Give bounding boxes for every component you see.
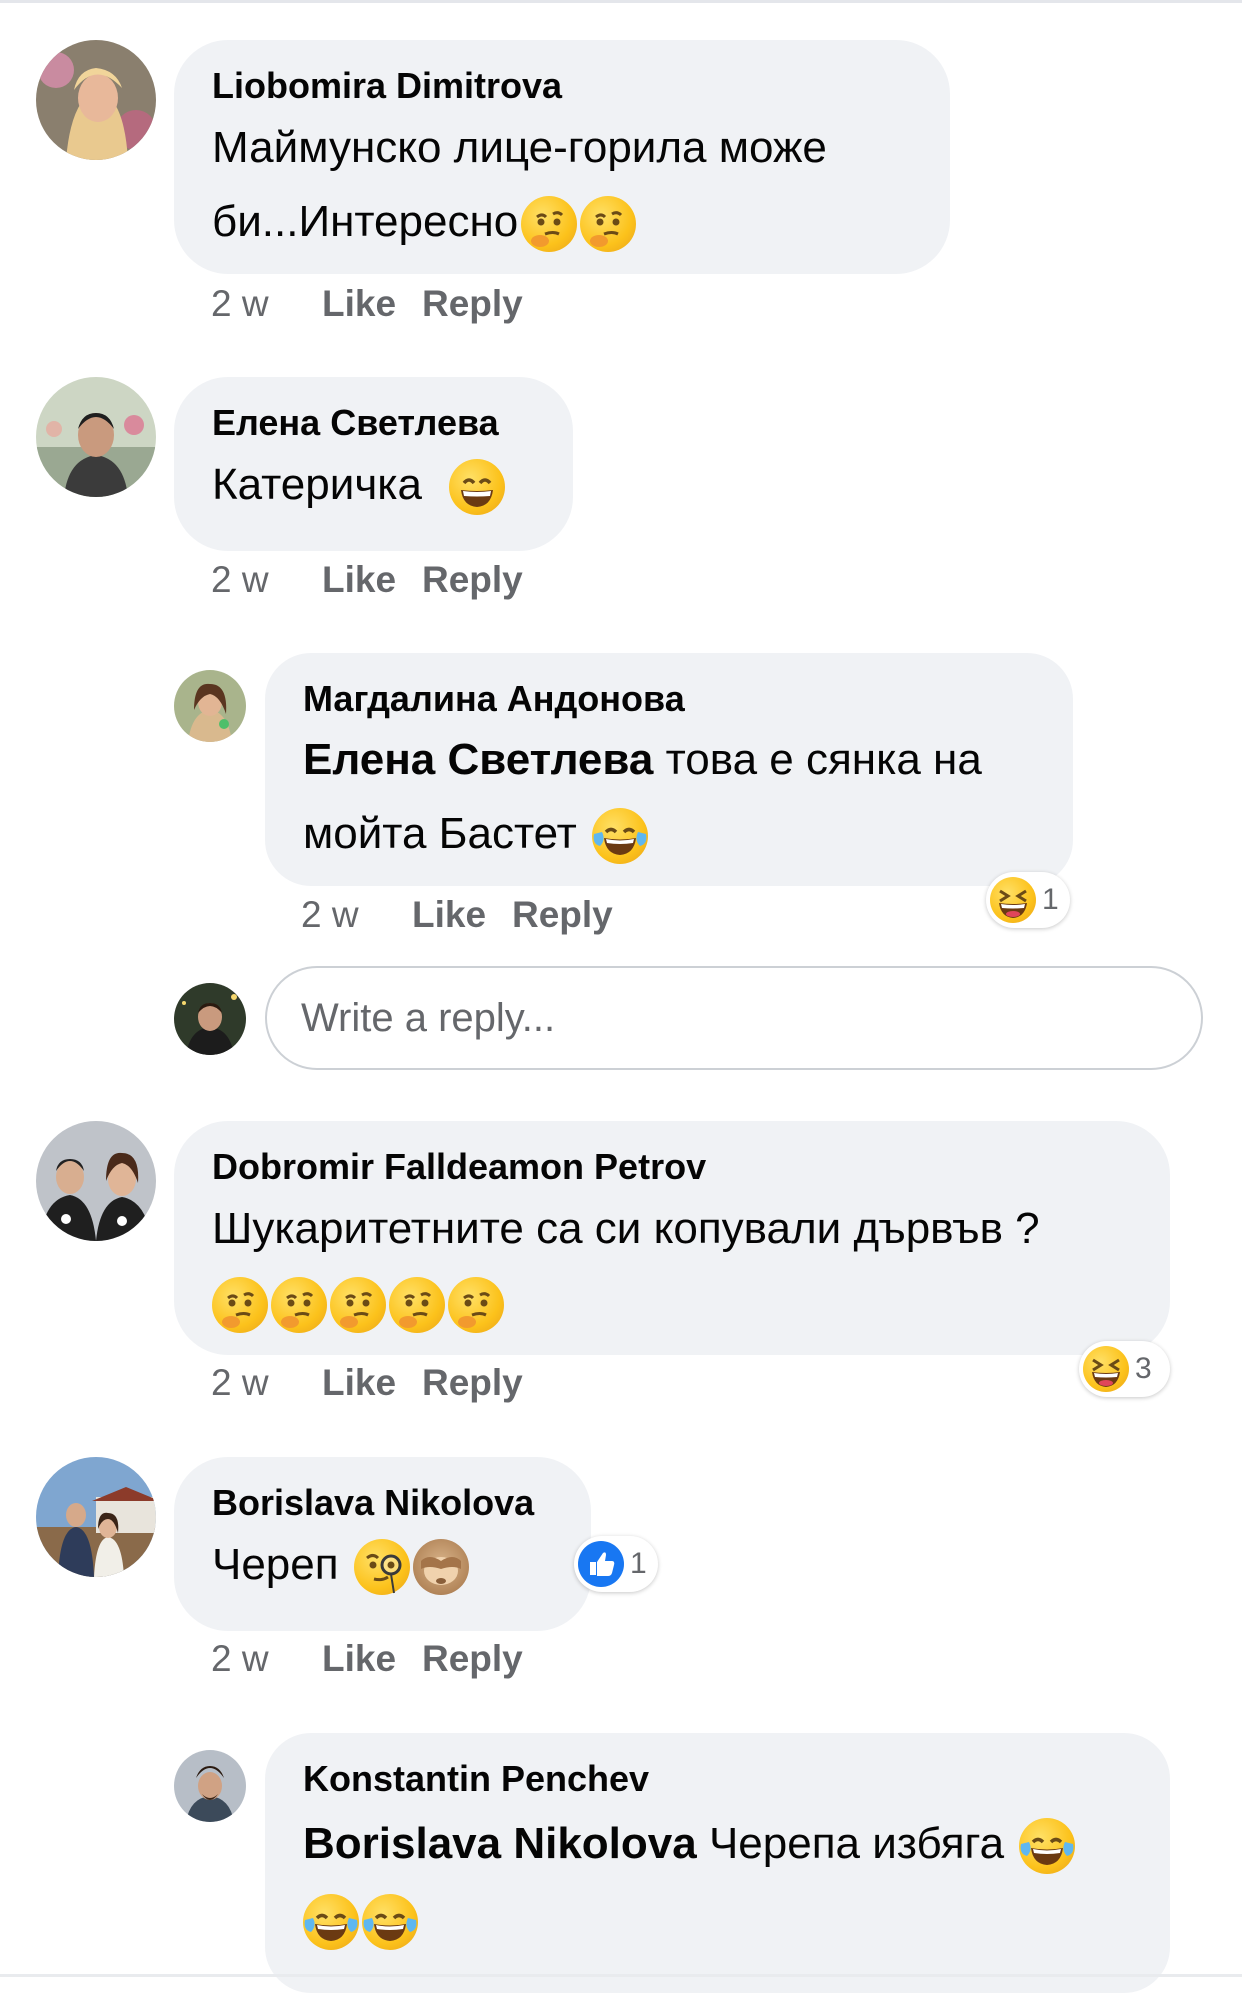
comment-text-line: Маймунско лице-горила може	[212, 123, 827, 172]
reaction-count: 3	[1135, 1352, 1152, 1385]
comment-text: Катеричка	[212, 447, 535, 523]
comment-text-line: Шукаритетните са си копували дървъв ?	[212, 1204, 1040, 1253]
comment-text: Маймунско лице-горила може	[212, 110, 912, 186]
comment-timestamp[interactable]: 2 w	[211, 1638, 322, 1680]
comment-timestamp[interactable]: 2 w	[301, 894, 412, 936]
comment-text-line: мойта Бастет	[303, 809, 577, 858]
reply-input[interactable]	[265, 966, 1203, 1070]
comment-text: Елена Светлева това е сянка на	[303, 723, 1035, 797]
like-button[interactable]: Like	[322, 1362, 422, 1404]
like-button[interactable]: Like	[322, 1638, 422, 1680]
squinting-laughing-emoji	[990, 877, 1036, 923]
thinking-face-emoji	[212, 1277, 268, 1334]
comment-actions: 2 w Like Reply	[211, 283, 523, 325]
comment-timestamp[interactable]: 2 w	[211, 1362, 322, 1404]
reply-button[interactable]: Reply	[512, 894, 613, 936]
comment-actions: 2 w Like Reply	[211, 1638, 523, 1680]
comment-text-line: Катеричка	[212, 460, 422, 509]
thinking-face-emoji	[521, 196, 578, 253]
reply-button[interactable]: Reply	[422, 1638, 523, 1680]
comment-author[interactable]: Borislava Nikolova	[212, 1479, 553, 1527]
reaction-count-badge[interactable]: 3	[1079, 1341, 1170, 1397]
mention-link[interactable]: Borislava Nikolova	[303, 1819, 697, 1868]
like-button[interactable]: Like	[322, 559, 422, 601]
reaction-count: 1	[630, 1547, 647, 1580]
comment-author[interactable]: Liobomira Dimitrova	[212, 62, 912, 110]
comment-text-line: би...Интересно	[212, 197, 519, 246]
reply-button[interactable]: Reply	[422, 283, 523, 325]
comment-text	[212, 1265, 1132, 1341]
reaction-count-badge[interactable]: 1	[986, 872, 1070, 928]
tears-of-joy-emoji	[1019, 1818, 1076, 1875]
reply-bubble: Магдалина Андонова Елена Светлева това е…	[265, 653, 1073, 886]
reply-button[interactable]: Reply	[422, 559, 523, 601]
comment-text: Шукаритетните са си копували дървъв ?	[212, 1191, 1132, 1267]
reaction-count-badge[interactable]: 1	[574, 1536, 658, 1592]
comment-text: би...Интересно	[212, 184, 912, 260]
comment-text-line: това е сянка на	[653, 735, 982, 784]
thinking-face-emoji	[389, 1277, 445, 1334]
reply-button[interactable]: Reply	[422, 1362, 523, 1404]
tears-of-joy-emoji	[362, 1894, 418, 1951]
reply-bubble: Konstantin Penchev Borislava Nikolova Че…	[265, 1733, 1170, 1993]
comment-bubble: Елена Светлева Катеричка	[174, 377, 573, 551]
thumbs-up-icon	[578, 1541, 624, 1587]
comment-text: мойта Бастет	[303, 797, 1035, 871]
mention-link[interactable]: Елена Светлева	[303, 735, 653, 784]
comment-text-line: Черепа избяга	[696, 1819, 1005, 1868]
comment-bubble: Liobomira Dimitrova Маймунско лице-горил…	[174, 40, 950, 274]
tears-of-joy-emoji	[592, 808, 649, 865]
thinking-face-emoji	[271, 1277, 327, 1334]
comment-author[interactable]: Магдалина Андонова	[303, 675, 1035, 723]
avatar[interactable]	[36, 40, 156, 160]
thinking-face-emoji	[580, 196, 637, 253]
comment-actions: 2 w Like Reply	[211, 559, 523, 601]
avatar[interactable]	[36, 1121, 156, 1241]
comment-bubble: Borislava Nikolova Череп	[174, 1457, 591, 1631]
avatar[interactable]	[36, 1457, 156, 1577]
thinking-face-emoji	[448, 1277, 504, 1334]
comment-timestamp[interactable]: 2 w	[211, 283, 322, 325]
like-button[interactable]: Like	[412, 894, 512, 936]
squinting-laughing-emoji	[1083, 1346, 1129, 1392]
current-user-avatar	[174, 983, 246, 1055]
avatar[interactable]	[174, 670, 246, 742]
comment-actions: 2 w Like Reply	[211, 1362, 523, 1404]
comment-text: Borislava Nikolova Черепа избяга	[303, 1803, 1132, 1885]
comment-text	[303, 1885, 1132, 1955]
grinning-face-emoji	[449, 459, 506, 516]
comment-author[interactable]: Dobromir Falldeamon Petrov	[212, 1143, 1132, 1191]
thinking-face-emoji	[330, 1277, 386, 1334]
comment-text: Череп	[212, 1527, 553, 1603]
top-divider	[0, 0, 1242, 3]
comment-bubble: Dobromir Falldeamon Petrov Шукаритетните…	[174, 1121, 1170, 1355]
avatar[interactable]	[174, 1750, 246, 1822]
monocle-face-emoji	[353, 1539, 410, 1596]
like-button[interactable]: Like	[322, 283, 422, 325]
see-no-evil-monkey-emoji	[412, 1539, 469, 1596]
tears-of-joy-emoji	[303, 1894, 359, 1951]
comment-timestamp[interactable]: 2 w	[211, 559, 322, 601]
avatar[interactable]	[36, 377, 156, 497]
comment-author[interactable]: Konstantin Penchev	[303, 1755, 1132, 1803]
reaction-count: 1	[1042, 883, 1059, 916]
comment-actions: 2 w Like Reply	[301, 894, 613, 936]
comment-text-line: Череп	[212, 1540, 339, 1589]
comment-author[interactable]: Елена Светлева	[212, 399, 535, 447]
